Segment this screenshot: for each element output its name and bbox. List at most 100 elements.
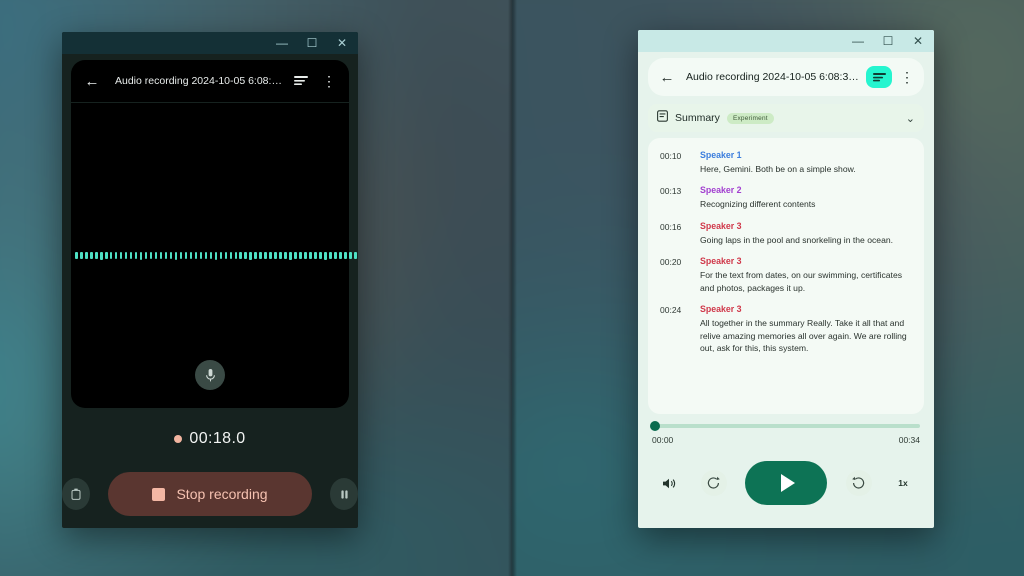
- maximize-button[interactable]: ☐: [304, 35, 320, 51]
- transcript-speaker-label: Speaker 3: [700, 256, 742, 267]
- recorder-controls: Stop recording: [62, 472, 358, 516]
- transcript-speaker-label: Speaker 3: [700, 220, 742, 231]
- waveform-bar: [149, 252, 153, 259]
- waveform-bar: [354, 252, 357, 259]
- waveform-bar: [314, 252, 317, 259]
- waveform-bar: [174, 251, 178, 260]
- waveform-bar: [254, 252, 258, 259]
- waveform-bar: [144, 252, 148, 259]
- transcript-body: Speaker 2 Recognizing different contents: [700, 185, 912, 210]
- maximize-button[interactable]: ☐: [880, 33, 896, 49]
- waveform-bar: [284, 252, 287, 259]
- waveform-bar: [199, 252, 203, 259]
- waveform-bar: [329, 252, 332, 259]
- waveform-bar: [114, 252, 118, 259]
- waveform-bar: [249, 251, 253, 260]
- recording-title: Audio recording 2024-10-05 6:08:34 PM: [115, 75, 283, 87]
- recorder-window: — ☐ ✕ ← Audio recording 2024-10-05 6:08:…: [62, 32, 358, 528]
- minimize-button[interactable]: —: [274, 35, 290, 51]
- transcript-entry[interactable]: 00:10 Speaker 1 Here, Gemini. Both be on a…: [654, 146, 918, 181]
- recorder-titlebar: — ☐ ✕: [62, 32, 358, 54]
- waveform-bar: [214, 251, 218, 260]
- transcript-speaker-label: Speaker 2: [700, 185, 742, 196]
- player-times: 00:00 00:34: [652, 435, 920, 445]
- waveform-bar: [204, 252, 208, 259]
- transcript-entry[interactable]: 00:20 Speaker 3 For the text from dates, o…: [654, 252, 918, 300]
- waveform-bar: [209, 252, 213, 259]
- more-options-icon[interactable]: ⋮: [319, 73, 339, 90]
- audio-player: 00:00 00:34 1x: [650, 421, 920, 505]
- waveform-bar: [289, 251, 292, 260]
- volume-icon[interactable]: [656, 470, 682, 496]
- waveform-bar: [154, 252, 158, 259]
- waveform-bar: [84, 252, 88, 259]
- playback-speed-button[interactable]: 1x: [890, 478, 916, 488]
- waveform-bar: [179, 252, 183, 259]
- transcript-speaker-label: Speaker 3: [700, 304, 742, 315]
- stop-recording-button[interactable]: Stop recording: [108, 472, 312, 516]
- waveform-bar: [264, 252, 267, 259]
- microphone-icon[interactable]: [195, 360, 225, 390]
- transcript-lines-icon[interactable]: [291, 75, 311, 87]
- transcript-timestamp: 00:13: [660, 186, 682, 197]
- waveform-bar: [334, 252, 337, 259]
- waveform-bar: [164, 252, 168, 259]
- waveform-bar: [234, 252, 238, 259]
- playback-appbar: ← Audio recording 2024-10-05 6:08:3… ⋮: [648, 58, 924, 96]
- transcript-entry[interactable]: 00:13 Speaker 2 Recognizing different cont…: [654, 181, 918, 216]
- recording-canvas: [71, 103, 357, 408]
- audio-waveform: [75, 243, 357, 269]
- close-button[interactable]: ✕: [910, 33, 926, 49]
- waveform-bar: [229, 252, 233, 259]
- waveform-bar: [279, 252, 282, 259]
- transcript-text: Here, Gemini. Both be on a simple show.: [700, 164, 856, 174]
- progress-thumb[interactable]: [650, 421, 660, 431]
- transcript-entry[interactable]: 00:24 Speaker 3 All together in the summar…: [654, 300, 918, 360]
- waveform-bar: [139, 251, 143, 260]
- waveform-bar: [304, 252, 307, 259]
- minimize-button[interactable]: —: [850, 33, 866, 49]
- more-options-icon[interactable]: ⋮: [898, 69, 916, 86]
- progress-slider[interactable]: [650, 421, 920, 431]
- transcript-body: Speaker 3 All together in the summary Rea…: [700, 304, 912, 354]
- close-button[interactable]: ✕: [334, 35, 350, 51]
- replay-5-icon[interactable]: [700, 470, 727, 496]
- transcript-timestamp: 00:10: [660, 151, 682, 161]
- waveform-bar: [224, 252, 228, 259]
- summary-label: Summary: [675, 112, 720, 124]
- forward-5-icon[interactable]: [845, 470, 872, 496]
- waveform-bar: [294, 252, 297, 259]
- transcript-text: All together in the summary Really. Take…: [700, 318, 907, 354]
- transcript-toggle-button[interactable]: [866, 66, 892, 88]
- waveform-bar: [184, 252, 188, 259]
- transcript-body: Speaker 3 For the text from dates, on our…: [700, 256, 912, 294]
- transcript-speaker-label: Speaker 1: [700, 150, 742, 160]
- waveform-bar: [89, 252, 93, 259]
- stop-recording-label: Stop recording: [176, 486, 268, 502]
- play-icon: [780, 474, 795, 492]
- play-button[interactable]: [745, 461, 827, 505]
- total-time: 00:34: [898, 435, 920, 445]
- transcript-timestamp: 00:16: [660, 221, 682, 232]
- waveform-bar: [339, 252, 342, 259]
- chevron-down-icon[interactable]: ⌄: [906, 112, 915, 125]
- waveform-bar: [194, 252, 198, 259]
- recording-indicator-dot: [174, 435, 183, 443]
- trash-icon[interactable]: [62, 478, 90, 510]
- waveform-bar: [239, 252, 243, 259]
- waveform-bar: [169, 252, 173, 259]
- timer-value: 00:18.0: [189, 430, 246, 447]
- waveform-bar: [75, 252, 78, 259]
- waveform-bar: [309, 252, 312, 259]
- summary-section-header[interactable]: Summary Experiment ⌄: [648, 104, 924, 132]
- waveform-bar: [124, 252, 128, 259]
- back-arrow-icon[interactable]: ←: [656, 69, 678, 86]
- stop-square-icon: [152, 487, 166, 501]
- waveform-bar: [129, 252, 133, 259]
- waveform-bar: [109, 252, 113, 259]
- transcript-list[interactable]: 00:10 Speaker 1 Here, Gemini. Both be on a…: [648, 138, 924, 414]
- transcript-timestamp: 00:20: [660, 257, 682, 268]
- transcript-entry[interactable]: 00:16 Speaker 3 Going laps in the pool and…: [654, 217, 918, 252]
- pause-icon[interactable]: [330, 478, 358, 510]
- back-arrow-icon[interactable]: ←: [81, 73, 103, 90]
